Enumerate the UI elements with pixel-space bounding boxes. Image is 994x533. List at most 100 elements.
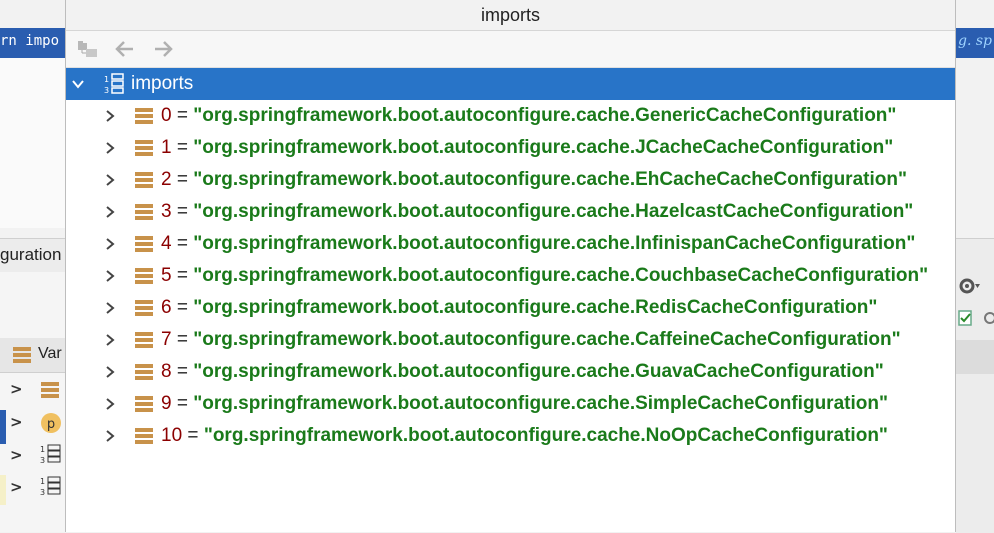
array-icon: 1 3 <box>40 444 61 465</box>
chevron-right-icon[interactable] <box>103 173 117 187</box>
equals-sign: = <box>176 329 188 350</box>
toolbar-icons[interactable] <box>958 308 994 328</box>
editor-area <box>0 58 66 228</box>
svg-text:3: 3 <box>40 456 45 465</box>
svg-text:p: p <box>47 417 55 432</box>
left-highlight <box>0 475 6 505</box>
tree-item-row[interactable]: 0 = "org.springframework.boot.autoconfig… <box>66 100 955 132</box>
array-icon: 1 3 <box>40 476 61 497</box>
item-value: "org.springframework.boot.autoconfigure.… <box>193 329 901 350</box>
chevron-right-icon[interactable] <box>103 269 117 283</box>
right-panel-header <box>956 340 994 374</box>
chevron-right-icon[interactable] <box>103 141 117 155</box>
chevron-right-icon[interactable]: > <box>10 380 23 398</box>
item-value: "org.springframework.boot.autoconfigure.… <box>203 425 888 446</box>
chevron-right-icon[interactable] <box>103 205 117 219</box>
equals-sign: = <box>176 233 188 254</box>
variables-icon <box>13 347 31 363</box>
equals-sign: = <box>176 265 188 286</box>
item-index: 10 <box>161 425 183 446</box>
tree-item-row[interactable]: 3 = "org.springframework.boot.autoconfig… <box>66 196 955 228</box>
equals-sign: = <box>176 361 188 382</box>
editor-code-left: rn impo <box>0 33 60 49</box>
field-icon <box>135 268 153 284</box>
chevron-right-icon[interactable] <box>103 397 117 411</box>
item-value: "org.springframework.boot.autoconfigure.… <box>193 265 929 286</box>
field-icon <box>135 300 153 316</box>
equals-sign: = <box>176 169 188 190</box>
chevron-right-icon[interactable]: > <box>10 446 23 464</box>
item-index: 2 <box>161 169 172 190</box>
field-icon <box>135 364 153 380</box>
item-index: 9 <box>161 393 172 414</box>
chevron-right-icon[interactable] <box>103 109 117 123</box>
item-value: "org.springframework.boot.autoconfigure.… <box>193 297 878 318</box>
debug-tab-label[interactable]: guration <box>0 245 61 265</box>
field-icon <box>135 332 153 348</box>
tree-item-row[interactable]: 7 = "org.springframework.boot.autoconfig… <box>66 324 955 356</box>
field-icon <box>41 382 59 398</box>
chevron-down-icon[interactable] <box>71 78 85 90</box>
gear-icon[interactable] <box>958 276 980 296</box>
editor-code-right: g. sp <box>958 33 993 49</box>
chevron-right-icon[interactable] <box>103 429 117 443</box>
equals-sign: = <box>176 297 188 318</box>
item-value: "org.springframework.boot.autoconfigure.… <box>193 201 914 222</box>
svg-text:3: 3 <box>104 86 109 95</box>
field-icon <box>135 236 153 252</box>
item-index: 8 <box>161 361 172 382</box>
tree-root-row[interactable]: 1 3 imports <box>66 68 955 100</box>
equals-sign: = <box>176 393 188 414</box>
tree-item-row[interactable]: 9 = "org.springframework.boot.autoconfig… <box>66 388 955 420</box>
chevron-right-icon[interactable] <box>103 237 117 251</box>
item-value: "org.springframework.boot.autoconfigure.… <box>193 137 894 158</box>
forward-arrow-icon[interactable] <box>152 39 174 59</box>
popup-title: imports <box>66 0 955 31</box>
item-value: "org.springframework.boot.autoconfigure.… <box>193 393 888 414</box>
item-index: 0 <box>161 105 172 126</box>
equals-sign: = <box>176 137 188 158</box>
tree-item-row[interactable]: 4 = "org.springframework.boot.autoconfig… <box>66 228 955 260</box>
field-icon <box>135 172 153 188</box>
property-icon: p <box>41 413 61 433</box>
svg-text:1: 1 <box>104 75 109 84</box>
tree-item-row[interactable]: 1 = "org.springframework.boot.autoconfig… <box>66 132 955 164</box>
chevron-right-icon[interactable]: > <box>10 478 23 496</box>
item-index: 1 <box>161 137 172 158</box>
evaluate-popup: imports 1 3 imports 0 = "org.springframe… <box>65 0 956 532</box>
field-icon <box>135 204 153 220</box>
tree-view-icon[interactable] <box>77 39 99 59</box>
item-value: "org.springframework.boot.autoconfigure.… <box>193 169 907 190</box>
svg-text:3: 3 <box>40 488 45 497</box>
svg-text:1: 1 <box>40 445 45 454</box>
field-icon <box>135 428 153 444</box>
chevron-right-icon[interactable] <box>103 301 117 315</box>
svg-text:1: 1 <box>40 477 45 486</box>
item-index: 3 <box>161 201 172 222</box>
tree-root-label: imports <box>131 73 194 94</box>
chevron-right-icon[interactable]: > <box>10 413 23 431</box>
item-index: 7 <box>161 329 172 350</box>
item-index: 6 <box>161 297 172 318</box>
variables-label: Var <box>38 345 62 362</box>
back-arrow-icon[interactable] <box>114 39 136 59</box>
field-icon <box>135 108 153 124</box>
tree-item-row[interactable]: 2 = "org.springframework.boot.autoconfig… <box>66 164 955 196</box>
item-index: 5 <box>161 265 172 286</box>
field-icon <box>135 140 153 156</box>
tree-item-row[interactable]: 8 = "org.springframework.boot.autoconfig… <box>66 356 955 388</box>
chevron-right-icon[interactable] <box>103 333 117 347</box>
item-value: "org.springframework.boot.autoconfigure.… <box>193 361 884 382</box>
chevron-right-icon[interactable] <box>103 365 117 379</box>
left-selection <box>0 410 6 444</box>
equals-sign: = <box>187 425 199 446</box>
popup-toolbar <box>66 31 955 68</box>
item-value: "org.springframework.boot.autoconfigure.… <box>193 233 916 254</box>
tree-item-row[interactable]: 10 = "org.springframework.boot.autoconfi… <box>66 420 955 452</box>
tree-item-row[interactable]: 6 = "org.springframework.boot.autoconfig… <box>66 292 955 324</box>
equals-sign: = <box>176 201 188 222</box>
equals-sign: = <box>176 105 188 126</box>
item-value: "org.springframework.boot.autoconfigure.… <box>193 105 897 126</box>
item-index: 4 <box>161 233 172 254</box>
tree-item-row[interactable]: 5 = "org.springframework.boot.autoconfig… <box>66 260 955 292</box>
